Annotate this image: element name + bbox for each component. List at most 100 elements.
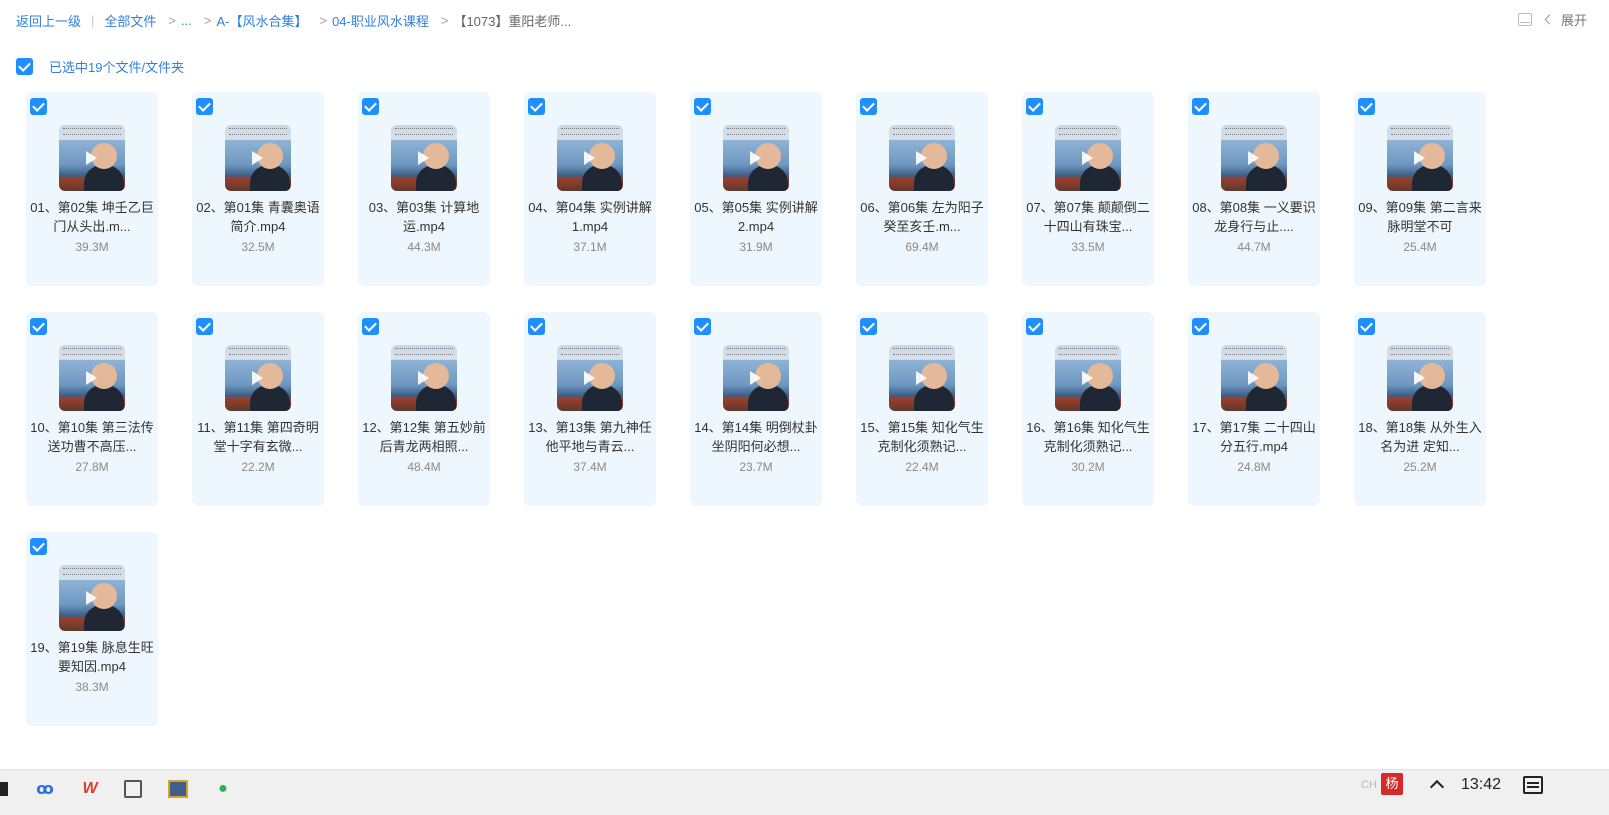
file-checkbox[interactable] [860, 318, 877, 335]
file-name[interactable]: 10、第10集 第三法传送功曹不高压... [30, 418, 154, 456]
file-card[interactable]: 07、第07集 颠颠倒二十四山有珠宝... 33.5M [1022, 92, 1154, 286]
video-thumbnail[interactable] [889, 125, 955, 191]
file-checkbox[interactable] [1192, 98, 1209, 115]
file-card[interactable]: 19、第19集 脉息生旺要知因.mp4 38.3M [26, 532, 158, 726]
file-name[interactable]: 02、第01集 青囊奥语简介.mp4 [196, 198, 320, 236]
start-icon[interactable] [0, 782, 8, 796]
wechat-icon[interactable]: ● [212, 778, 234, 800]
file-card[interactable]: 13、第13集 第九神任他平地与青云... 37.4M [524, 312, 656, 506]
file-size: 44.7M [1237, 240, 1271, 254]
file-name[interactable]: 04、第04集 实例讲解1.mp4 [528, 198, 652, 236]
file-card[interactable]: 02、第01集 青囊奥语简介.mp4 32.5M [192, 92, 324, 286]
file-name[interactable]: 13、第13集 第九神任他平地与青云... [528, 418, 652, 456]
crumb-course[interactable]: 04-职业风水课程 [332, 11, 429, 30]
file-checkbox[interactable] [694, 318, 711, 335]
file-name[interactable]: 19、第19集 脉息生旺要知因.mp4 [30, 638, 154, 676]
video-thumbnail[interactable] [557, 345, 623, 411]
file-name[interactable]: 12、第12集 第五妙前后青龙两相照... [362, 418, 486, 456]
file-checkbox[interactable] [30, 98, 47, 115]
file-checkbox[interactable] [1192, 318, 1209, 335]
file-name[interactable]: 05、第05集 实例讲解2.mp4 [694, 198, 818, 236]
file-name[interactable]: 15、第15集 知化气生克制化须熟记... [860, 418, 984, 456]
video-thumbnail[interactable] [1221, 125, 1287, 191]
file-checkbox[interactable] [1026, 318, 1043, 335]
file-checkbox[interactable] [528, 98, 545, 115]
select-all-checkbox[interactable] [16, 58, 33, 75]
notes-icon[interactable] [124, 780, 142, 798]
chevron-right-icon: > [168, 13, 177, 28]
file-name[interactable]: 14、第14集 明倒杖卦坐阴阳何必想... [694, 418, 818, 456]
file-checkbox[interactable] [196, 318, 213, 335]
video-thumbnail[interactable] [557, 125, 623, 191]
file-card[interactable]: 03、第03集 计算地运.mp4 44.3M [358, 92, 490, 286]
file-name[interactable]: 09、第09集 第二言来脉明堂不可 [1358, 198, 1482, 236]
file-card[interactable]: 17、第17集 二十四山分五行.mp4 24.8M [1188, 312, 1320, 506]
finance-app-icon[interactable] [168, 780, 188, 798]
video-thumbnail[interactable] [1221, 345, 1287, 411]
file-card[interactable]: 12、第12集 第五妙前后青龙两相照... 48.4M [358, 312, 490, 506]
file-name[interactable]: 17、第17集 二十四山分五行.mp4 [1192, 418, 1316, 456]
crumb-all-files[interactable]: 全部文件 [104, 11, 156, 30]
file-card[interactable]: 18、第18集 从外生入名为进 定知... 25.2M [1354, 312, 1486, 506]
video-thumbnail[interactable] [225, 345, 291, 411]
file-checkbox[interactable] [860, 98, 877, 115]
file-name[interactable]: 11、第11集 第四奇明堂十字有玄微... [196, 418, 320, 456]
expand-button[interactable]: 展开 [1544, 10, 1587, 29]
video-thumbnail[interactable] [1055, 345, 1121, 411]
file-card[interactable]: 01、第02集 坤壬乙巨门从头出.m... 39.3M [26, 92, 158, 286]
crumb-ellipsis[interactable]: ... [181, 13, 192, 28]
wps-icon[interactable]: W [79, 778, 101, 800]
clock[interactable]: 13:42 [1461, 776, 1501, 794]
file-checkbox[interactable] [1026, 98, 1043, 115]
video-thumbnail[interactable] [59, 125, 125, 191]
file-card[interactable]: 06、第06集 左为阳子癸至亥壬.m... 69.4M [856, 92, 988, 286]
notification-icon[interactable] [1523, 776, 1543, 794]
input-method-indicator[interactable]: CH [1361, 779, 1377, 791]
chevron-right-icon: > [319, 13, 328, 28]
file-checkbox[interactable] [1358, 318, 1375, 335]
file-card[interactable]: 16、第16集 知化气生克制化须熟记... 30.2M [1022, 312, 1154, 506]
file-checkbox[interactable] [528, 318, 545, 335]
file-checkbox[interactable] [1358, 98, 1375, 115]
file-card[interactable]: 11、第11集 第四奇明堂十字有玄微... 22.2M [192, 312, 324, 506]
video-thumbnail[interactable] [889, 345, 955, 411]
file-card[interactable]: 14、第14集 明倒杖卦坐阴阳何必想... 23.7M [690, 312, 822, 506]
file-name[interactable]: 18、第18集 从外生入名为进 定知... [1358, 418, 1482, 456]
banner-decoration [395, 348, 453, 355]
tray-app-icon[interactable]: 杨 [1381, 773, 1403, 795]
file-checkbox[interactable] [362, 318, 379, 335]
video-thumbnail[interactable] [1387, 125, 1453, 191]
video-thumbnail[interactable] [1387, 345, 1453, 411]
video-thumbnail[interactable] [1055, 125, 1121, 191]
file-name[interactable]: 01、第02集 坤壬乙巨门从头出.m... [30, 198, 154, 236]
file-name[interactable]: 03、第03集 计算地运.mp4 [362, 198, 486, 236]
file-checkbox[interactable] [196, 98, 213, 115]
file-name[interactable]: 08、第08集 一义要识龙身行与止.... [1192, 198, 1316, 236]
video-thumbnail[interactable] [59, 345, 125, 411]
show-hidden-icons-icon[interactable] [1429, 779, 1445, 795]
file-card[interactable]: 15、第15集 知化气生克制化须熟记... 22.4M [856, 312, 988, 506]
layout-icon[interactable] [1517, 13, 1532, 26]
file-card[interactable]: 09、第09集 第二言来脉明堂不可 25.4M [1354, 92, 1486, 286]
file-card[interactable]: 08、第08集 一义要识龙身行与止.... 44.7M [1188, 92, 1320, 286]
video-thumbnail[interactable] [391, 345, 457, 411]
file-card[interactable]: 05、第05集 实例讲解2.mp4 31.9M [690, 92, 822, 286]
file-name[interactable]: 07、第07集 颠颠倒二十四山有珠宝... [1026, 198, 1150, 236]
video-thumbnail[interactable] [723, 345, 789, 411]
file-card[interactable]: 04、第04集 实例讲解1.mp4 37.1M [524, 92, 656, 286]
baidu-netdisk-icon[interactable]: ꝏ [34, 778, 56, 800]
back-link[interactable]: 返回上一级 [16, 11, 81, 30]
file-checkbox[interactable] [694, 98, 711, 115]
video-thumbnail[interactable] [723, 125, 789, 191]
video-thumbnail[interactable] [225, 125, 291, 191]
file-name[interactable]: 16、第16集 知化气生克制化须熟记... [1026, 418, 1150, 456]
file-name[interactable]: 06、第06集 左为阳子癸至亥壬.m... [860, 198, 984, 236]
file-checkbox[interactable] [362, 98, 379, 115]
play-icon [1248, 151, 1259, 165]
file-checkbox[interactable] [30, 538, 47, 555]
file-checkbox[interactable] [30, 318, 47, 335]
crumb-fengshui-collection[interactable]: A-【风水合集】 [216, 11, 307, 30]
video-thumbnail[interactable] [59, 565, 125, 631]
file-card[interactable]: 10、第10集 第三法传送功曹不高压... 27.8M [26, 312, 158, 506]
video-thumbnail[interactable] [391, 125, 457, 191]
